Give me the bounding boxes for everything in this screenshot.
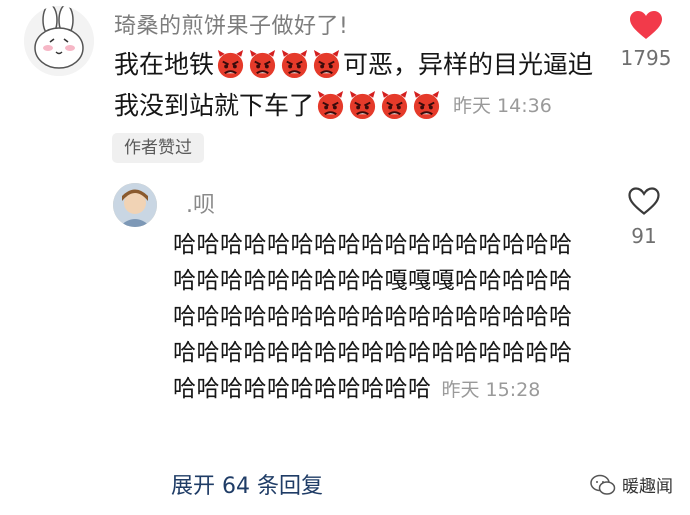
heart-outline-icon [628,187,660,215]
reply-text: 哈哈哈哈哈哈哈哈哈哈哈哈哈哈哈哈哈哈哈哈哈哈哈哈哈哈嘎嘎嘎哈哈哈哈哈哈哈哈哈哈哈… [173,227,583,408]
angry-devil-emoji [313,49,340,78]
expand-replies-link[interactable]: 展开 64 条回复 [171,468,323,500]
emoji-group [315,89,442,120]
comment-text-part: 我没到站就下车了 [114,91,315,120]
reply-username[interactable]: .呗 [186,187,215,219]
author-liked-badge: 作者赞过 [112,133,204,163]
commenter-username[interactable]: 琦桑的煎饼果子做好了! [114,8,348,40]
comment-timestamp: 昨天 14:36 [453,94,552,117]
angry-devil-emoji [381,90,408,119]
comment-like-count: 1795 [620,46,672,70]
angry-devil-emoji [317,90,344,119]
reply-timestamp: 昨天 15:28 [441,379,541,401]
commenter-avatar[interactable] [24,6,94,76]
watermark-text: 暖趣闻 [622,477,673,497]
comment-line-1: 我在地铁 可恶，异样的目光逼迫 [114,45,593,81]
reply-avatar[interactable] [113,183,157,227]
emoji-group [215,48,342,79]
reply-like-button[interactable]: 91 [615,186,673,248]
watermark: 暖趣闻 [590,472,673,497]
reply-content: 哈哈哈哈哈哈哈哈哈哈哈哈哈哈哈哈哈哈哈哈哈哈哈哈哈哈嘎嘎嘎哈哈哈哈哈哈哈哈哈哈哈… [173,232,573,402]
angry-devil-emoji [281,49,308,78]
angry-devil-emoji [349,90,376,119]
comment-text-part: 可恶，异样的目光逼迫 [343,50,594,79]
heart-filled-icon [630,11,662,39]
angry-devil-emoji [249,49,276,78]
wechat-icon [590,474,616,495]
comment-text-part: 我在地铁 [114,50,215,79]
angry-devil-emoji [217,49,244,78]
comment-line-2: 我没到站就下车了 昨天 14:36 [114,86,552,122]
reply-like-count: 91 [631,224,657,248]
comment-like-button[interactable]: 1795 [617,10,675,70]
angry-devil-emoji [413,90,440,119]
